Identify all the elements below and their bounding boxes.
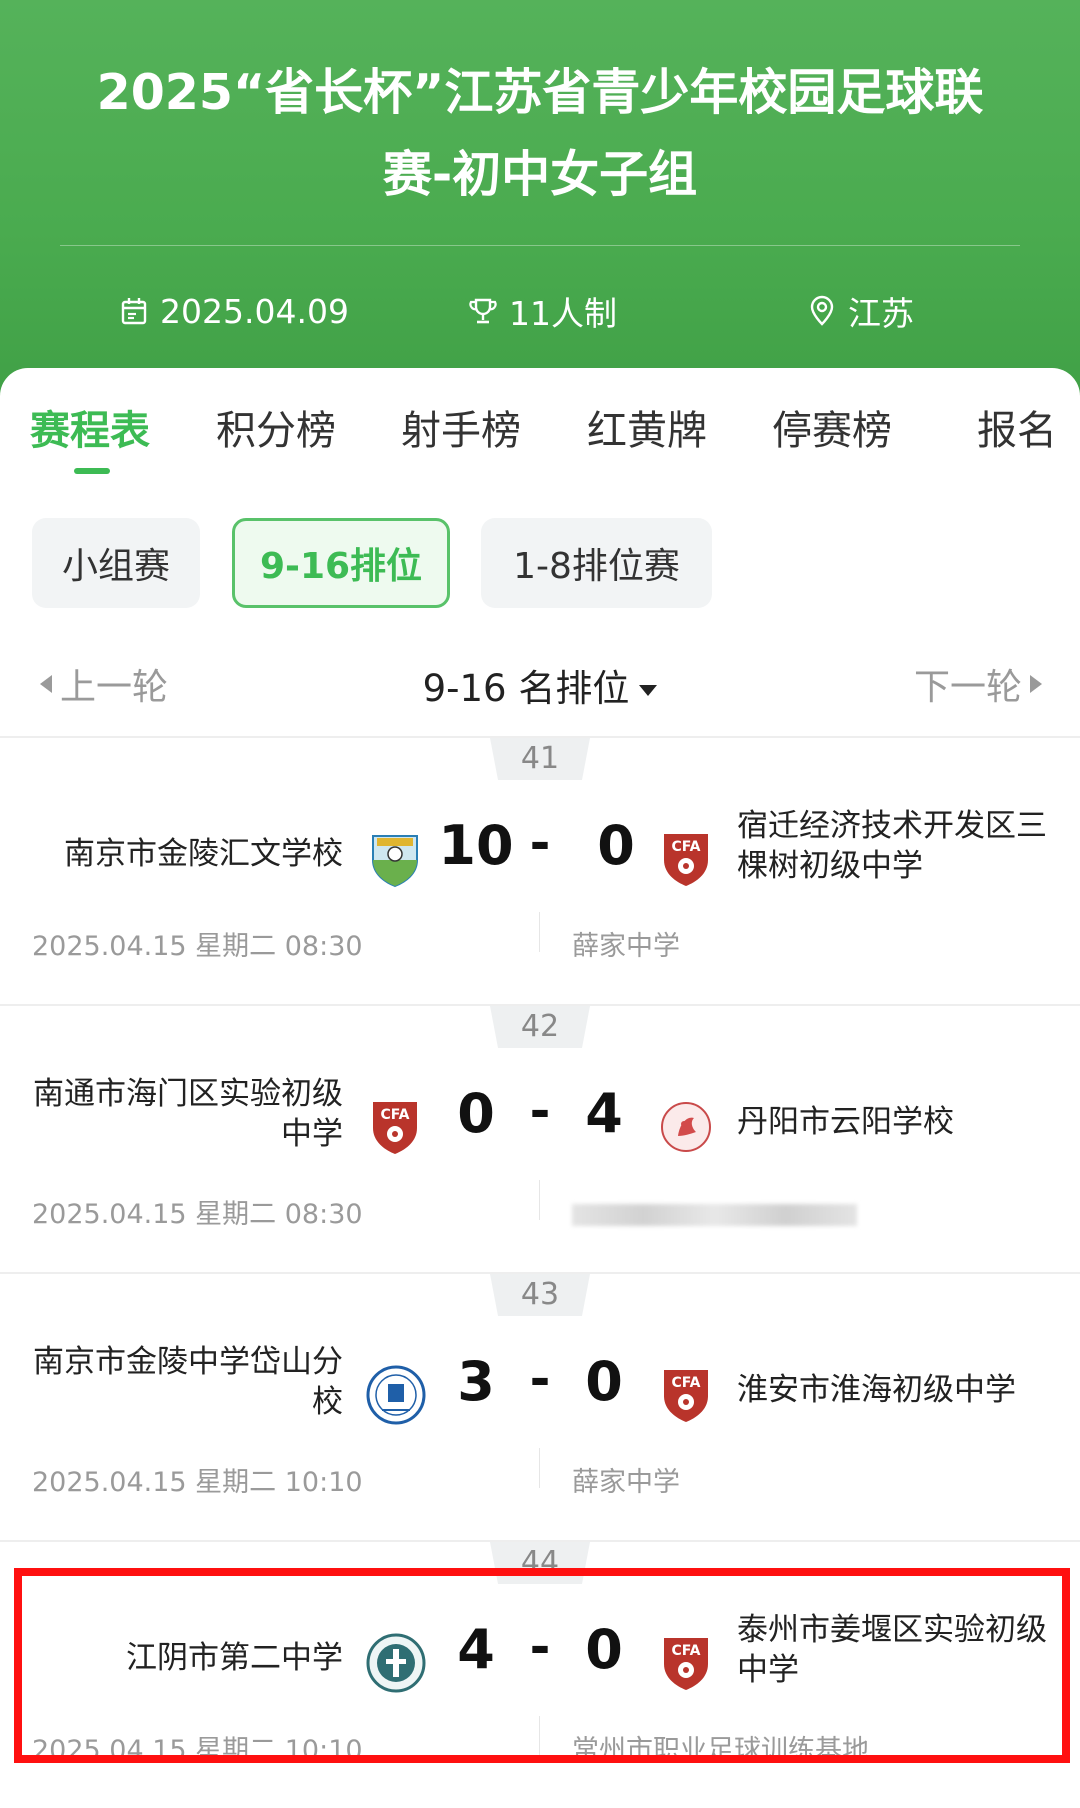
tab-scorers[interactable]: 射手榜 (401, 398, 521, 456)
team-crest-icon (372, 835, 418, 888)
svg-text:CFA: CFA (671, 1643, 700, 1659)
caret-left-icon (40, 675, 52, 693)
tab-bar: 赛程表 积分榜 射手榜 红黄牌 停赛榜 报名 (0, 368, 1080, 478)
caret-right-icon (1030, 675, 1042, 693)
home-team-name: 江阴市第二中学 (126, 1640, 343, 1676)
score-separator: - (529, 814, 551, 872)
match-date: 2025.04.09 (118, 285, 349, 337)
chip-9-16-placement[interactable]: 9-16排位 (232, 518, 450, 608)
tab-standings[interactable]: 积分榜 (216, 398, 336, 456)
svg-text:CFA: CFA (671, 1375, 700, 1391)
tab-cards[interactable]: 红黄牌 (587, 398, 707, 456)
cfa-crest-icon: CFA (664, 834, 708, 886)
caret-down-icon (639, 685, 658, 696)
cfa-crest-icon: CFA (664, 1638, 708, 1690)
cfa-crest-icon: CFA (664, 1370, 708, 1422)
team-crest-icon (366, 1633, 426, 1693)
match-time: 2025.04.15 星期二 10:10 (32, 1735, 363, 1766)
away-team-name: 宿迁经济技术开发区三棵树初级中学 (737, 808, 1047, 884)
calendar-icon (121, 298, 147, 325)
location-pin-icon (810, 295, 834, 326)
tab-suspensions[interactable]: 停赛榜 (772, 398, 892, 456)
svg-text:CFA: CFA (380, 1107, 409, 1123)
team-crest-icon (661, 1102, 711, 1152)
home-team-name: 南通市海门区实验初级中学 (33, 1076, 343, 1152)
cfa-crest-icon: CFA (373, 1102, 417, 1154)
away-score: 0 (585, 1350, 623, 1413)
home-team-name: 南京市金陵中学岱山分校 (33, 1344, 343, 1420)
score-separator: - (529, 1350, 551, 1408)
team-crest-icon (366, 1365, 426, 1425)
match-time: 2025.04.15 星期二 08:30 (32, 1199, 363, 1230)
match-card[interactable]: 42 南通市海门区实验初级中学 CFA 0 - 4 丹阳市云阳学校 2025.0… (0, 1004, 1080, 1272)
away-team-name: 丹阳市云阳学校 (737, 1104, 954, 1140)
home-score: 4 (457, 1618, 495, 1681)
home-team-name: 南京市金陵汇文学校 (64, 836, 343, 872)
competition-header: 2025“省长杯”江苏省青少年校园足球联 赛-初中女子组 2025.04.09 … (0, 0, 1080, 420)
away-score: 0 (597, 814, 635, 877)
match-card[interactable]: 41 南京市金陵汇文学校 10 - 0 CFA 宿迁经济技术开发区三棵树初级中学… (0, 736, 1080, 1004)
round-navigation: 9-16 名排位 上一轮 下一轮 (0, 658, 1080, 718)
match-number: 43 (490, 1274, 590, 1316)
next-round-button[interactable]: 下一轮 (914, 658, 1042, 710)
match-venue: 薛家中学 (572, 1467, 680, 1498)
chip-group-stage[interactable]: 小组赛 (32, 518, 200, 608)
away-team-name: 泰州市姜堰区实验初级中学 (737, 1612, 1047, 1688)
away-score: 0 (585, 1618, 623, 1681)
away-team-name: 淮安市淮海初级中学 (737, 1372, 1016, 1408)
match-format: 11人制 (467, 285, 617, 337)
home-score: 0 (457, 1082, 495, 1145)
away-score: 4 (585, 1082, 623, 1145)
match-location: 江苏 (806, 285, 914, 337)
match-number: 44 (490, 1542, 590, 1584)
match-card[interactable]: 43 南京市金陵中学岱山分校 3 - 0 CFA 淮安市淮海初级中学 2025.… (0, 1272, 1080, 1540)
tab-schedule[interactable]: 赛程表 (30, 398, 150, 456)
header-divider (60, 245, 1020, 246)
match-venue: 薛家中学 (572, 931, 680, 962)
active-tab-indicator (74, 468, 110, 474)
match-number: 41 (490, 738, 590, 780)
home-score: 10 (438, 814, 514, 877)
previous-round-button[interactable]: 上一轮 (40, 658, 168, 710)
score-separator: - (529, 1618, 551, 1676)
chip-1-8-placement[interactable]: 1-8排位赛 (481, 518, 712, 608)
page-title: 2025“省长杯”江苏省青少年校园足球联 赛-初中女子组 (96, 64, 984, 203)
svg-text:CFA: CFA (671, 839, 700, 855)
home-score: 3 (457, 1350, 495, 1413)
match-number: 42 (490, 1006, 590, 1048)
match-time: 2025.04.15 星期二 10:10 (32, 1467, 363, 1498)
match-venue: 常州市职业足球训练基地 (572, 1735, 869, 1766)
trophy-icon (469, 298, 497, 324)
match-card[interactable]: 44 江阴市第二中学 4 - 0 CFA 泰州市姜堰区实验初级中学 2025.0… (0, 1540, 1080, 1808)
tab-registration[interactable]: 报名 (977, 398, 1057, 456)
score-separator: - (529, 1082, 551, 1140)
match-time: 2025.04.15 星期二 08:30 (32, 931, 363, 962)
match-venue-blurred (572, 1204, 857, 1226)
